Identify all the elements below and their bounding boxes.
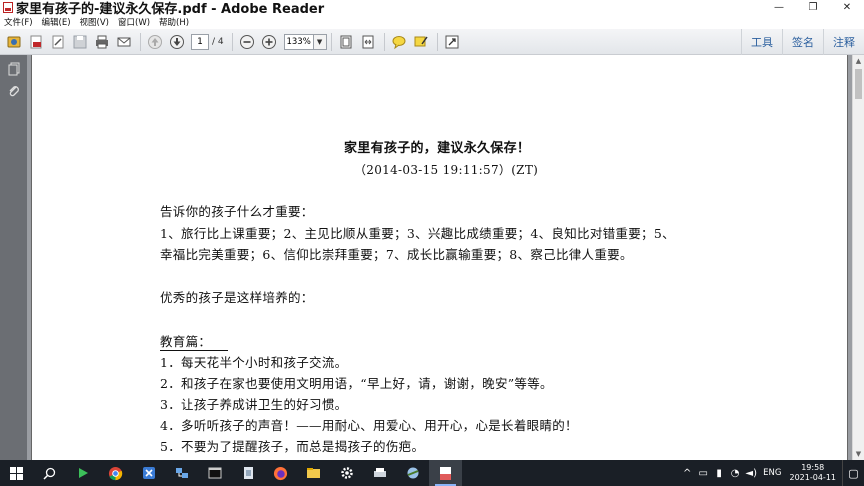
document-app-icon[interactable] [231, 460, 264, 486]
list-item: 5．不要为了提醒孩子，而总是揭孩子的伤疤。 [160, 439, 425, 454]
adobe-reader-taskbar-icon[interactable] [429, 460, 462, 486]
window-controls: — ❐ ✕ [762, 0, 864, 15]
paragraph-line: 幸福比完美重要；6、信仰比崇拜重要；7、成长比赢输重要；8、察己比律人重要。 [160, 247, 633, 262]
network-globe-icon[interactable] [396, 460, 429, 486]
network-icon[interactable]: ◔ [727, 468, 743, 479]
system-tray: ^ ▭ ▮ ◔ ◄) ENG 19:58 2021-04-11 ▢ [679, 460, 864, 486]
clock[interactable]: 19:58 2021-04-11 [790, 463, 837, 483]
list-item: 1．每天花半个小时和孩子交流。 [160, 355, 348, 370]
list-item: 3．让孩子养成讲卫生的好习惯。 [160, 397, 348, 412]
zoom-level-input[interactable]: 133% [283, 33, 314, 50]
clock-date: 2021-04-11 [789, 473, 837, 482]
open-file-icon[interactable] [4, 32, 24, 52]
pdf-app-icon [3, 2, 13, 13]
battery-icon[interactable]: ▮ [711, 468, 727, 479]
toolbar-separator [436, 32, 438, 51]
notification-icon[interactable]: ▢ [842, 460, 864, 486]
pdf-page: 家里有孩子的，建议永久保存！ （2014-03-15 19:11:57）(ZT)… [31, 55, 848, 460]
document-title: 家里有孩子的，建议永久保存！ [344, 141, 531, 156]
heading-underline-tail [211, 334, 229, 351]
page-thumbnails-icon[interactable] [6, 61, 22, 77]
menu-file[interactable]: 文件(F) [4, 16, 33, 28]
menu-bar: 文件(F) 编辑(E) 视图(V) 窗口(W) 帮助(H) [0, 15, 864, 29]
toolbar-separator [383, 32, 385, 51]
page-number-input[interactable]: 1 [191, 33, 209, 50]
fit-page-icon[interactable] [336, 32, 356, 52]
media-player-icon[interactable] [66, 460, 99, 486]
attachments-icon[interactable] [6, 83, 22, 99]
start-icon[interactable] [0, 460, 33, 486]
menu-help[interactable]: 帮助(H) [159, 16, 189, 28]
firefox-icon[interactable] [264, 460, 297, 486]
toolbar-separator [330, 32, 332, 51]
toolbar: 1 / 4 133% ▼ 工具 签名 注释 [0, 29, 864, 55]
windows-taskbar: ^ ▭ ▮ ◔ ◄) ENG 19:58 2021-04-11 ▢ [0, 460, 864, 486]
restore-button[interactable]: ❐ [796, 0, 830, 15]
highlight-icon[interactable] [411, 32, 431, 52]
edit-icon[interactable] [48, 32, 68, 52]
network-app-icon[interactable] [165, 460, 198, 486]
volume-icon[interactable]: ◄) [743, 468, 759, 479]
comment-link[interactable]: 注释 [823, 29, 864, 55]
zoom-in-icon[interactable] [259, 32, 279, 52]
section-heading: 教育篇： [160, 331, 229, 351]
tray-app-icon[interactable]: ▭ [695, 468, 711, 479]
scroll-thumb[interactable] [855, 69, 862, 99]
input-language[interactable]: ENG [763, 468, 781, 478]
tools-link[interactable]: 工具 [741, 29, 782, 55]
terminal-icon[interactable] [198, 460, 231, 486]
app-icon-blue[interactable] [132, 460, 165, 486]
zoom-dropdown-icon[interactable]: ▼ [313, 33, 327, 50]
chrome-icon[interactable] [99, 460, 132, 486]
close-button[interactable]: ✕ [830, 0, 864, 15]
section-heading: 优秀的孩子是这样培养的： [160, 290, 314, 305]
settings-gear-icon[interactable] [330, 460, 363, 486]
file-explorer-icon[interactable] [297, 460, 330, 486]
list-item: 4．多听听孩子的声音！——用耐心、用爱心、用开心，心是长着眼睛的！ [160, 418, 578, 433]
comment-icon[interactable] [389, 32, 409, 52]
clock-time: 19:58 [801, 463, 825, 472]
zoom-out-icon[interactable] [237, 32, 257, 52]
adobe-reader-window: 家里有孩子的-建议永久保存.pdf - Adobe Reader — ❐ ✕ 文… [0, 0, 864, 486]
menu-edit[interactable]: 编辑(E) [42, 16, 71, 28]
education-heading: 教育篇： [160, 334, 212, 351]
full-screen-icon[interactable] [442, 32, 462, 52]
navigation-panel [0, 55, 27, 460]
menu-window[interactable]: 窗口(W) [118, 16, 150, 28]
list-item: 2．和孩子在家也要使用文明用语，“早上好，请，谢谢，晚安”等等。 [160, 376, 553, 391]
toolbar-separator [231, 32, 233, 51]
next-page-icon[interactable] [167, 32, 187, 52]
fit-width-icon[interactable] [358, 32, 378, 52]
paragraph-line: 1、旅行比上课重要；2、主见比顺从重要；3、兴趣比成绩重要；4、良知比对错重要；… [160, 226, 675, 241]
tray-overflow-icon[interactable]: ^ [679, 468, 695, 479]
toolbar-right-links: 工具 签名 注释 [741, 29, 864, 55]
printer-app-icon[interactable] [363, 460, 396, 486]
title-bar: 家里有孩子的-建议永久保存.pdf - Adobe Reader — ❐ ✕ [0, 0, 864, 17]
create-pdf-icon[interactable] [26, 32, 46, 52]
scroll-down-icon[interactable]: ▼ [853, 448, 864, 460]
section-heading: 告诉你的孩子什么才重要： [160, 204, 314, 219]
minimize-button[interactable]: — [762, 0, 796, 15]
vertical-scrollbar[interactable]: ▲ ▼ [852, 55, 864, 460]
previous-page-icon[interactable] [145, 32, 165, 52]
page-total: / 4 [212, 36, 224, 47]
print-icon[interactable] [92, 32, 112, 52]
menu-view[interactable]: 视图(V) [80, 16, 109, 28]
pdf-content: 家里有孩子的，建议永久保存！ （2014-03-15 19:11:57）(ZT)… [32, 55, 849, 460]
sign-link[interactable]: 签名 [782, 29, 823, 55]
scroll-up-icon[interactable]: ▲ [853, 55, 864, 67]
email-icon[interactable] [114, 32, 134, 52]
save-icon[interactable] [70, 32, 90, 52]
toolbar-separator [140, 32, 141, 51]
search-icon[interactable] [33, 460, 66, 486]
document-area[interactable]: 家里有孩子的，建议永久保存！ （2014-03-15 19:11:57）(ZT)… [27, 55, 852, 460]
document-date: （2014-03-15 19:11:57）(ZT) [354, 163, 539, 177]
